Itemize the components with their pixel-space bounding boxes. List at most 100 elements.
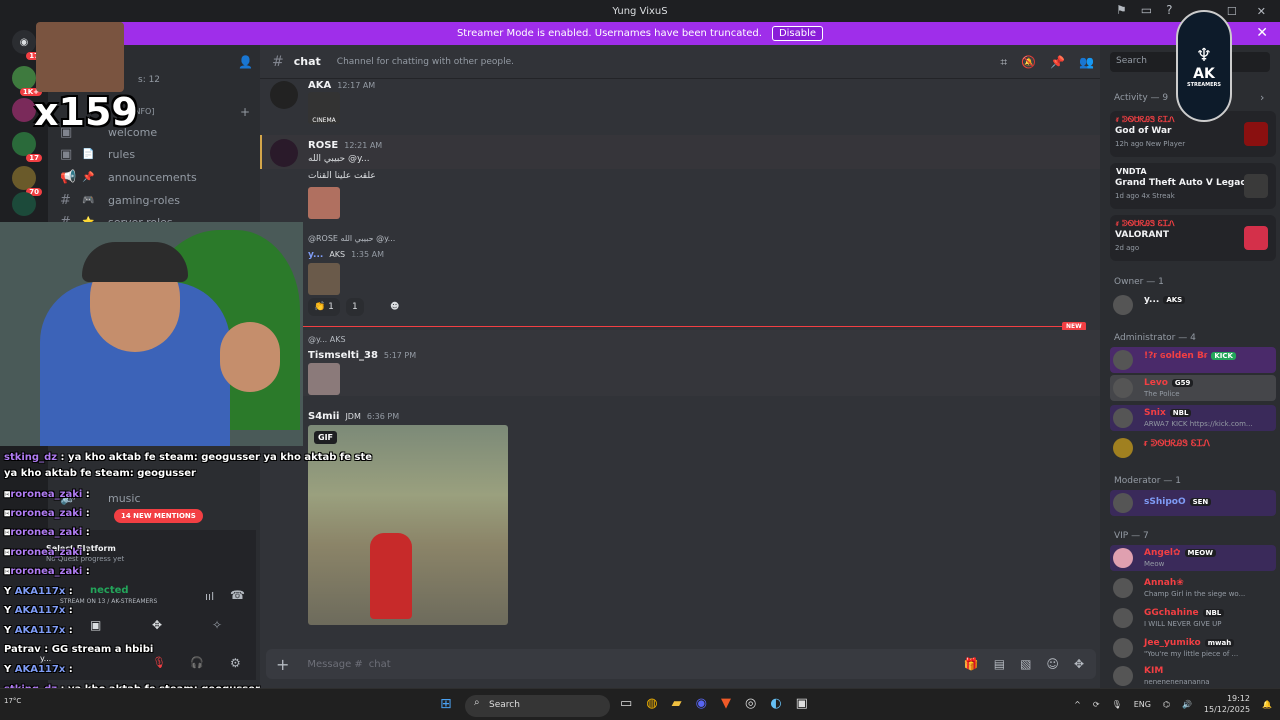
start-icon[interactable]: ⊞ bbox=[440, 696, 452, 712]
brave-icon[interactable]: ▼ bbox=[721, 696, 731, 711]
add-reaction-icon[interactable]: ☻ bbox=[384, 298, 405, 316]
gif-label: GIF bbox=[314, 431, 338, 444]
gif-figure bbox=[370, 533, 412, 619]
server-icon[interactable]: 70 bbox=[12, 166, 42, 196]
avatar[interactable] bbox=[270, 139, 298, 167]
activity-meta: 1d ago 4x Streak bbox=[1115, 192, 1175, 200]
member-item[interactable]: Levo G59 The Police bbox=[1110, 375, 1276, 401]
server-icon[interactable] bbox=[12, 192, 36, 216]
overlay-chat-line: ⧈roronea_zaki : bbox=[4, 547, 90, 558]
phoenix-icon: ♆ bbox=[1195, 44, 1213, 66]
discord-icon[interactable]: ◉ bbox=[696, 696, 707, 711]
message-author[interactable]: S4mii JDM 6:36 PM bbox=[308, 411, 399, 422]
terminal-icon[interactable]: ▣ bbox=[796, 696, 808, 711]
chrome-icon[interactable]: ◍ bbox=[646, 696, 657, 711]
inbox-icon[interactable]: ⚑ bbox=[1116, 3, 1127, 17]
server-icon[interactable]: 1K+ bbox=[12, 66, 42, 96]
message-timestamp: 12:17 AM bbox=[337, 81, 376, 90]
sync-icon[interactable]: ⟳ bbox=[1093, 700, 1100, 709]
activity-card[interactable]: VNDTA Grand Theft Auto V Legacy 1d ago 4… bbox=[1110, 163, 1276, 209]
reaction-image[interactable]: 1 bbox=[346, 298, 364, 316]
server-icon[interactable]: 17 bbox=[12, 132, 42, 162]
add-member-icon[interactable]: 👤 bbox=[238, 55, 253, 69]
channel-icon: ▣ bbox=[60, 146, 73, 162]
activity-meta: 2d ago bbox=[1115, 244, 1140, 252]
channel-rules[interactable]: ▣ 📄 rules bbox=[60, 144, 135, 164]
disable-button[interactable]: Disable bbox=[771, 26, 824, 41]
image-attachment[interactable] bbox=[308, 263, 340, 295]
steam-icon[interactable]: ◐ bbox=[770, 696, 781, 711]
message-composer[interactable]: + Message # chat 🎁 ▤ ▧ ☺ ✥ bbox=[266, 649, 1096, 679]
game-icon bbox=[1244, 226, 1268, 250]
pin-icon[interactable]: 📌 bbox=[1050, 55, 1065, 70]
avatar bbox=[1113, 578, 1133, 598]
gift-icon[interactable]: 🎁 bbox=[964, 657, 979, 671]
apps-icon[interactable]: ✥ bbox=[1074, 657, 1084, 671]
member-item[interactable]: Angel✿ MEOW Meow bbox=[1110, 545, 1276, 571]
member-item[interactable]: !?ᵲ ɢolden Bᵲ KICK bbox=[1110, 347, 1276, 373]
file-explorer-icon[interactable]: ▰ bbox=[672, 696, 682, 711]
language-indicator[interactable]: ENG bbox=[1134, 700, 1151, 709]
channel-name: chat bbox=[293, 55, 321, 68]
gif-icon[interactable]: ▤ bbox=[994, 657, 1005, 671]
screen-icon[interactable]: ▭ bbox=[1141, 3, 1152, 17]
server-icon[interactable] bbox=[12, 98, 36, 122]
close-banner-icon[interactable]: ✕ bbox=[1256, 25, 1268, 41]
add-channel-icon[interactable]: + bbox=[240, 105, 250, 119]
overlay-chat-line: ⧈roronea_zaki : bbox=[4, 527, 90, 538]
overlay-chat-line: ⧈roronea_zaki : bbox=[4, 489, 90, 500]
task-view-icon[interactable]: ▭ bbox=[620, 696, 632, 711]
member-item[interactable]: Annah❀ Champ Girl in the siege wo... bbox=[1110, 575, 1276, 601]
image-attachment[interactable] bbox=[308, 187, 340, 219]
notifications-icon[interactable]: 🔔 bbox=[1262, 700, 1272, 709]
threads-icon[interactable]: ⌗ bbox=[1000, 55, 1007, 70]
channel-topic[interactable]: Channel for chatting with other people. bbox=[337, 57, 514, 67]
obs-icon[interactable]: ◎ bbox=[745, 696, 756, 711]
chevron-right-icon[interactable]: › bbox=[1260, 91, 1264, 104]
member-item[interactable]: Jee_yumiko mwah "You're my little piece of… bbox=[1110, 635, 1276, 661]
weather-widget[interactable]: 17°C bbox=[4, 697, 21, 705]
sticker-icon[interactable]: ▧ bbox=[1020, 657, 1031, 671]
mic-icon[interactable]: 🎙 bbox=[1112, 700, 1122, 709]
network-icon[interactable]: ⌬ bbox=[1163, 700, 1170, 709]
member-item[interactable]: GGchahine NBL I WILL NEVER GIVE UP bbox=[1110, 605, 1276, 631]
member-item[interactable]: KIM nenenenenananna bbox=[1110, 663, 1276, 689]
member-list-icon[interactable]: 👥 bbox=[1079, 55, 1094, 70]
avatar bbox=[1113, 295, 1133, 315]
message-author[interactable]: ROSE 12:21 AM bbox=[308, 140, 382, 151]
member-item[interactable]: ᵲ ᕲᏫᏌᖇᎯᏕ ᏋᏆᏁ bbox=[1110, 435, 1276, 461]
taskbar-search[interactable]: Search bbox=[465, 695, 610, 717]
clock[interactable]: 19:12 15/12/2025 bbox=[1204, 693, 1250, 715]
image-attachment[interactable] bbox=[308, 363, 340, 395]
emoji-icon[interactable]: ☺ bbox=[1046, 657, 1059, 671]
message-author[interactable]: AKA 12:17 AM bbox=[308, 80, 375, 91]
member-item[interactable]: sShipoO SEN bbox=[1110, 490, 1276, 516]
banner-text: Streamer Mode is enabled. Usernames have… bbox=[456, 28, 762, 39]
help-icon[interactable]: ? bbox=[1166, 3, 1172, 17]
image-attachment[interactable]: CINEMA bbox=[308, 92, 340, 124]
member-item[interactable]: Snix NBL ARWA7 KICK https://kick.com... bbox=[1110, 405, 1276, 431]
volume-icon[interactable]: 🔊 bbox=[1182, 700, 1192, 709]
discord-home-icon[interactable]: ◉ 17 bbox=[12, 30, 42, 60]
channel-announcements[interactable]: 📢 📌 announcements bbox=[60, 167, 197, 187]
overlay-chat-line: ⧈roronea_zaki : bbox=[4, 508, 90, 519]
notification-icon[interactable]: 🔕 bbox=[1021, 55, 1036, 70]
message-author[interactable]: y... AKS 1:35 AM bbox=[308, 250, 384, 260]
avatar bbox=[1113, 638, 1133, 658]
reaction-clap[interactable]: 👏 1 bbox=[308, 298, 340, 316]
avatar[interactable] bbox=[270, 81, 298, 109]
close-window-button[interactable]: ✕ bbox=[1257, 5, 1266, 18]
member-item[interactable]: y... AKS bbox=[1110, 292, 1276, 318]
maximize-button[interactable]: ☐ bbox=[1227, 5, 1237, 18]
message-author[interactable]: Tismselti_38 5:17 PM bbox=[308, 350, 416, 361]
overlay-chat-line: Patrav : GG stream a hbibi bbox=[4, 644, 154, 655]
tray-chevron-icon[interactable]: ^ bbox=[1074, 700, 1081, 709]
search-icon: ⌕ bbox=[474, 697, 480, 708]
channel-header: # chat Channel for chatting with other p… bbox=[260, 45, 1100, 79]
reply-preview[interactable]: @ROSE حبيبي الله @y... bbox=[308, 234, 395, 243]
activity-card[interactable]: ᵲ ᕲᏫᏌᖇᎯᏕ ᏋᏆᏁ VALORANT 2d ago bbox=[1110, 215, 1276, 261]
game-icon bbox=[1244, 122, 1268, 146]
reply-preview[interactable]: @y... AKS bbox=[308, 335, 346, 344]
role-header: Moderator — 1 bbox=[1114, 476, 1181, 486]
channel-gaming-roles[interactable]: # 🎮 gaming-roles bbox=[60, 190, 180, 210]
